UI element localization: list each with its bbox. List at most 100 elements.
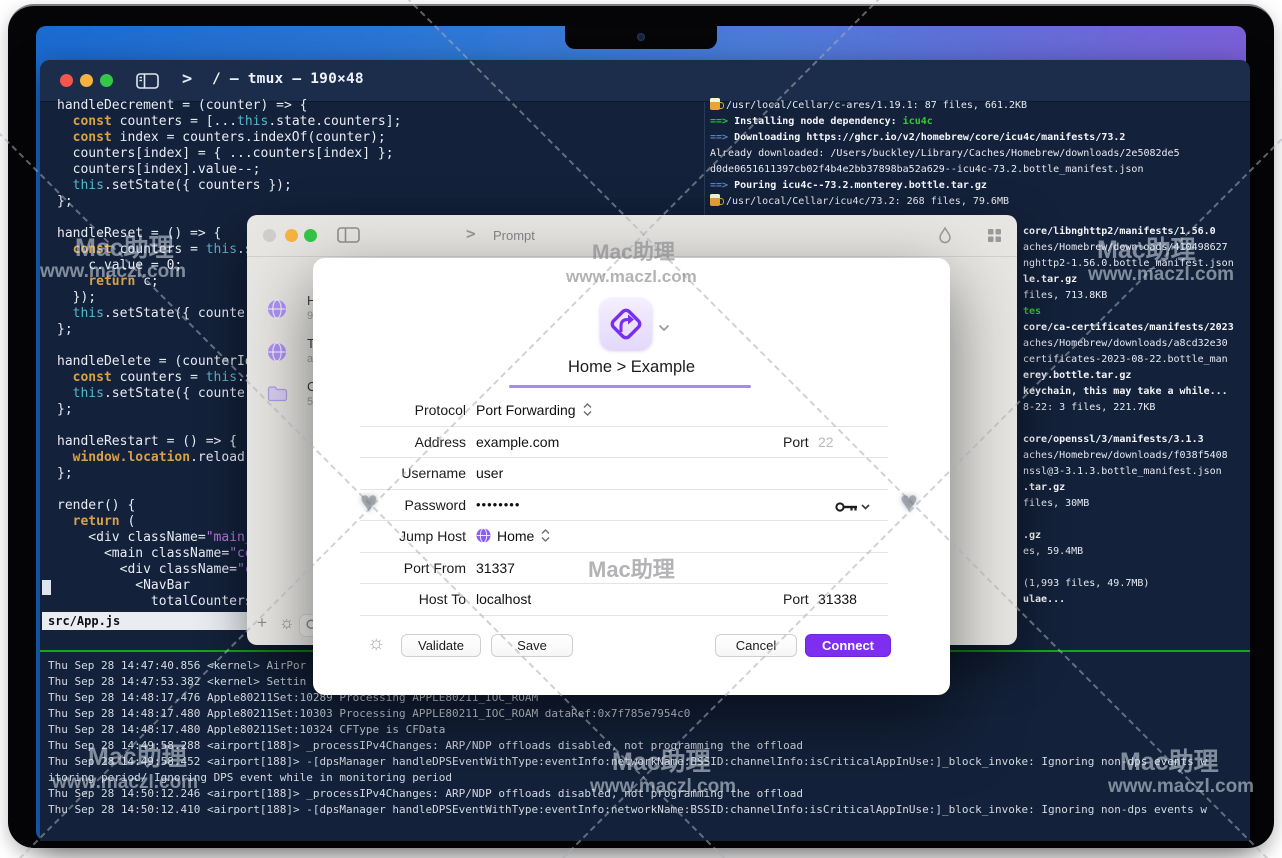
port-field[interactable]: 22 [818,431,834,453]
brew-line-fragment: files, 30MB [1023,496,1089,512]
brew-line: ==> Downloading https://ghcr.io/v2/homeb… [710,130,1246,146]
address-field[interactable]: example.com [476,431,559,453]
brew-line-fragment: keychain, this may take a while... [1023,384,1228,400]
brew-line-fragment: tes [1023,304,1041,320]
cancel-button[interactable]: Cancel [715,634,797,657]
brew-line: /usr/local/Cellar/icu4c/73.2: 268 files,… [710,194,1246,210]
code-line: counters[index] = { ...counters[index] }… [57,146,717,162]
laptop-mockup: > / – tmux – 190×48 handleDecrement = (c… [0,0,1282,858]
address-row: Address example.com Port 22 [313,431,950,453]
brew-line-fragment: aches/Homebrew/downloads/410498627 [1023,240,1228,256]
close-button[interactable] [60,74,73,87]
prompt-arrow-icon: > [466,224,476,243]
connect-button[interactable]: Connect [805,634,891,657]
beer-icon [710,98,720,110]
brew-line-fragment: core/openssl/3/manifests/3.1.3 [1023,432,1204,448]
password-row: Password •••••••• [313,494,950,516]
brew-line-fragment: core/libnghttp2/manifests/1.56.0 [1023,224,1216,240]
username-row: Username user [313,462,950,484]
sidebar-toggle-icon[interactable] [337,227,360,243]
host-to-field[interactable]: localhost [476,588,531,610]
jump-host-label: Jump Host [346,525,466,547]
brew-line-fragment: (1,993 files, 49.7MB) [1023,576,1149,592]
sidebar-toggle-icon[interactable] [136,73,159,89]
dialog-title: Home > Example [313,358,950,377]
brew-line-fragment: aches/Homebrew/downloads/a8cd32e30 [1023,336,1228,352]
address-label: Address [346,431,466,453]
brew-line-fragment: core/ca-certificates/manifests/2023 [1023,320,1234,336]
username-field[interactable]: user [476,462,503,484]
row-separator [360,552,888,553]
log-line: itoring period/ Ignoring DPS event while… [48,770,1244,786]
password-field[interactable]: •••••••• [476,494,520,516]
titlebar-divider [247,256,1017,257]
validate-button[interactable]: Validate [401,634,481,657]
terminal-titlebar[interactable]: > / – tmux – 190×48 [40,60,1250,102]
settings-sun-icon[interactable]: ☼ [367,632,385,655]
port-label: Port [783,588,809,610]
brew-line: d0de0651611397cb02f4b4e2bb37898ba52a629-… [710,162,1246,178]
protocol-label: Protocol [346,399,466,421]
minimize-button[interactable] [285,229,298,242]
chevron-down-icon[interactable] [658,319,670,337]
port-forwarding-app-icon[interactable] [600,298,652,350]
password-label: Password [346,494,466,516]
camera-dot [637,33,645,41]
key-menu-button[interactable] [835,498,871,520]
port-to-field[interactable]: 31338 [818,588,857,610]
zoom-button[interactable] [304,229,317,242]
port-from-field[interactable]: 31337 [476,557,515,579]
title-underline [509,385,751,388]
protocol-select[interactable]: Port Forwarding [476,399,592,422]
brew-line-fragment: es, 59.4MB [1023,544,1083,560]
brew-line-fragment: erey.bottle.tar.gz [1023,368,1131,384]
brew-line: Already downloaded: /Users/buckley/Libra… [710,146,1246,162]
brew-line: /usr/local/Cellar/c-ares/1.19.1: 87 file… [710,98,1246,114]
row-separator [360,583,888,584]
prompt-titlebar[interactable]: > Prompt [247,215,1017,256]
droplet-icon[interactable] [937,226,953,249]
host-to-row: Host To localhost Port 31338 [313,588,950,610]
brew-line-fragment: certificates-2023-08-22.bottle_man [1023,352,1228,368]
log-line: Thu Sep 28 14:50:12.246 <airport[188]> _… [48,786,1244,802]
port-from-row: Port From 31337 [313,557,950,579]
brew-line-fragment: nghttp2-1.56.0.bottle_manifest.json [1023,256,1234,272]
connection-dialog[interactable]: Home > Example Protocol Port Forwarding … [313,258,950,695]
log-line: Thu Sep 28 14:50:12.410 <airport[188]> -… [48,802,1244,818]
code-line: this.setState({ counters }); [57,178,717,194]
terminal-title: / – tmux – 190×48 [212,71,364,87]
log-line: Thu Sep 28 14:49:58.288 <airport[188]> _… [48,738,1244,754]
folder-icon [267,385,288,407]
code-line: }; [57,194,717,210]
port-label: Port [783,431,809,453]
minimize-button[interactable] [80,74,93,87]
brew-line-fragment: le.tar.gz [1023,272,1077,288]
brew-line-fragment: 8-22: 3 files, 221.7KB [1023,400,1155,416]
code-line: const counters = [...this.state.counters… [57,114,717,130]
brew-line-fragment: .gz [1023,528,1041,544]
zoom-button[interactable] [100,74,113,87]
code-line: const index = counters.indexOf(counter); [57,130,717,146]
row-separator [360,426,888,427]
row-separator [360,520,888,521]
grid-icon[interactable] [987,228,1002,248]
protocol-row: Protocol Port Forwarding [313,399,950,421]
save-button[interactable]: Save [491,634,573,657]
close-button[interactable] [263,229,276,242]
settings-icon[interactable]: ☼ [279,613,295,633]
log-line: Thu Sep 28 14:48:17.480 Apple80211Set:10… [48,722,1244,738]
add-button[interactable]: + [257,613,267,633]
brew-output-pane[interactable]: /usr/local/Cellar/c-ares/1.19.1: 87 file… [710,98,1246,210]
brew-line-fragment: aches/Homebrew/downloads/f038f5408 [1023,448,1228,464]
code-line: handleDecrement = (counter) => { [57,98,717,114]
stepper-icon[interactable] [541,526,550,548]
vim-cursor [42,580,51,595]
prompt-arrow-icon: > [182,69,192,89]
username-label: Username [346,462,466,484]
jump-host-select[interactable]: Home [476,525,550,549]
globe-icon [267,299,287,324]
globe-icon [476,527,491,549]
stepper-icon[interactable] [583,400,592,422]
log-line: Thu Sep 28 14:48:17.480 Apple80211Set:10… [48,706,1244,722]
jump-host-row: Jump Host Home [313,525,950,547]
